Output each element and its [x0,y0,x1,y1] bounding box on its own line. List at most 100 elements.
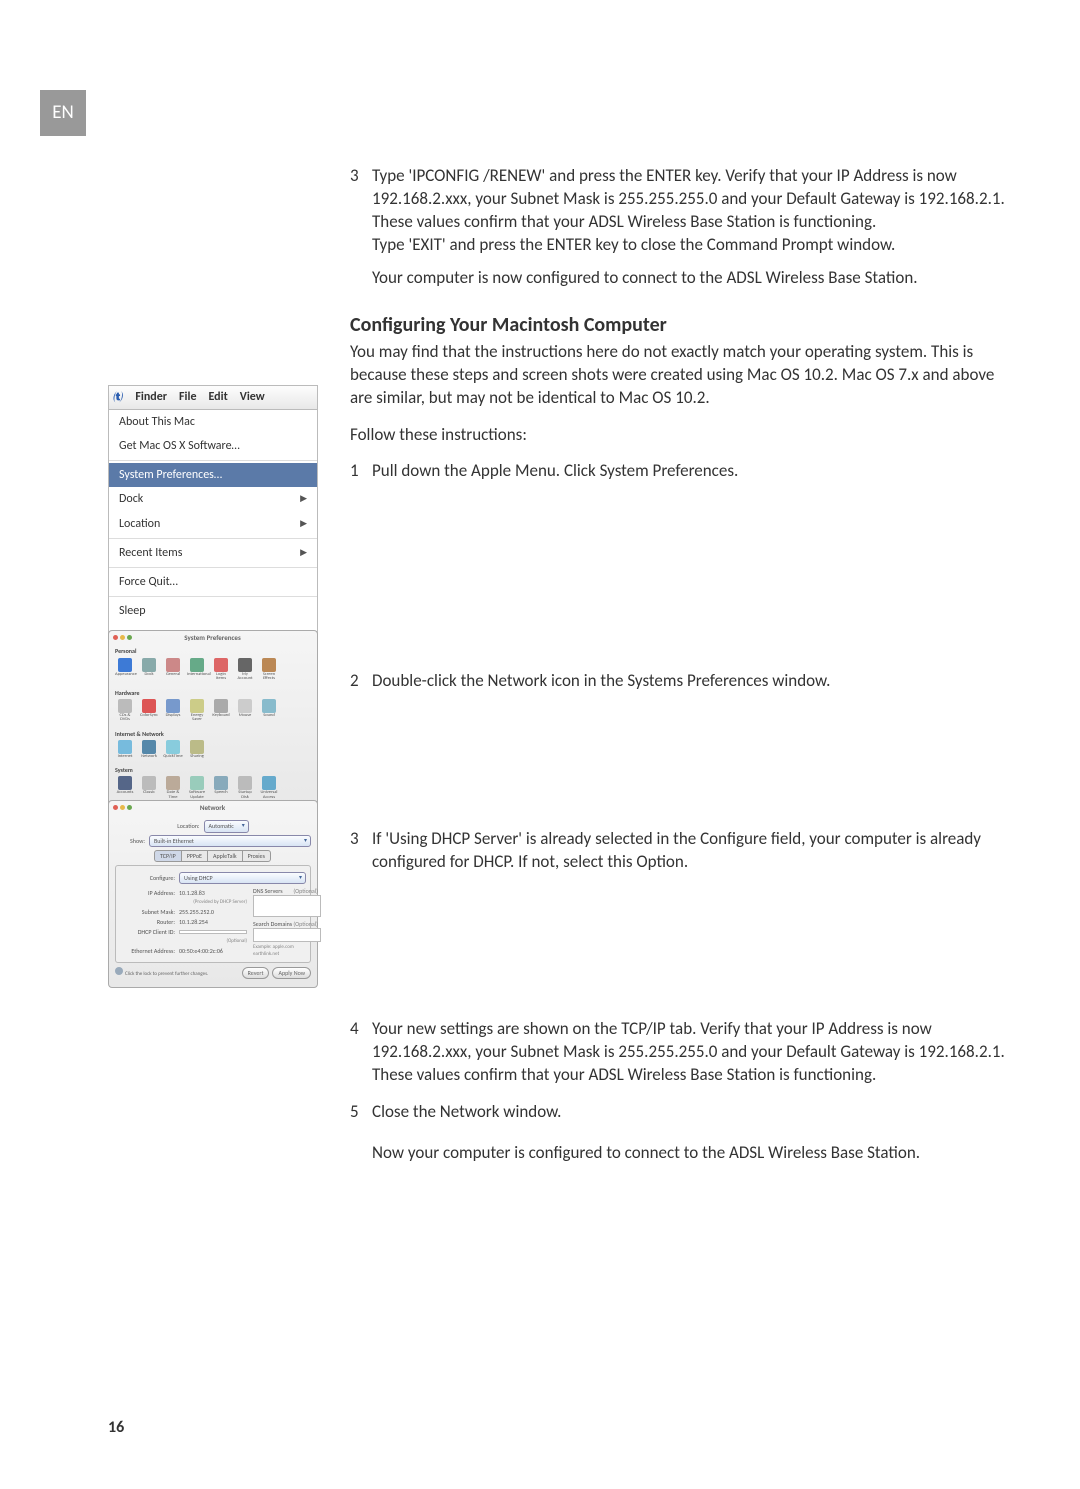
window-title: System Preferences [184,633,241,642]
menu-item-dock[interactable]: Dock▶ [109,487,317,511]
window-title: Network [200,803,225,812]
close-icon[interactable] [113,635,118,640]
pref-icon-accounts[interactable]: Accounts [115,776,135,800]
submenu-arrow-icon: ▶ [300,547,307,559]
mac-step-5: 5 Close the Network window. [350,1101,1020,1124]
show-popup[interactable]: Built-in Ethernet [149,835,311,847]
router-label: Router: [120,918,175,926]
dhcpid-label: DHCP Client ID: [120,928,175,936]
menu-item-system-preferences[interactable]: System Preferences… [109,463,317,487]
example-label: Example: apple.com [253,944,294,950]
pref-icon-startup-disk[interactable]: Startup Disk [235,776,255,800]
section-intro: You may find that the instructions here … [350,341,1020,410]
category-label: Personal [109,644,317,655]
pref-icon-quicktime[interactable]: QuickTime [163,740,183,760]
ip-value: 10.1.28.83 [179,889,205,897]
section-title: Configuring Your Macintosh Computer [350,312,1020,339]
pref-icon-energy-saver[interactable]: Energy Saver [187,699,207,723]
tab-pppoe[interactable]: PPPoE [181,850,208,862]
lock-icon[interactable] [115,967,123,975]
tab-appletalk[interactable]: AppleTalk [207,850,243,862]
step-text: If 'Using DHCP Server' is already select… [372,828,1020,874]
pref-icon-keyboard[interactable]: Keyboard [211,699,231,723]
revert-button[interactable]: Revert [242,967,270,979]
category-label: Internet & Network [109,727,317,738]
pref-icon-screen-effects[interactable]: Screen Effects [259,658,279,682]
pref-icon-colorsync[interactable]: ColorSync [139,699,159,723]
mac-step-2: 2 Double-click the Network icon in the S… [350,670,1020,693]
pref-icon-general[interactable]: General [163,658,183,682]
tabs: TCP/IP PPPoE AppleTalk Proxies [115,850,311,862]
zoom-icon[interactable] [127,635,132,640]
pref-icon-software-update[interactable]: Software Update [187,776,207,800]
pref-icon-network[interactable]: Network [139,740,159,760]
location-popup[interactable]: Automatic [204,820,249,832]
mac-step-3: 3 If 'Using DHCP Server' is already sele… [350,828,1020,874]
step-text: Close the Network window. [372,1101,1020,1124]
menubar-item: File [179,389,196,405]
minimize-icon[interactable] [120,805,125,810]
pref-icon-international[interactable]: International [187,658,207,682]
step-text: Type 'IPCONFIG /RENEW' and press the ENT… [372,165,1020,234]
pref-icon-universal-access[interactable]: Universal Access [259,776,279,800]
menu-item-getsoftware[interactable]: Get Mac OS X Software… [109,434,317,458]
configure-popup[interactable]: Using DHCP [179,872,306,884]
menubar-item: View [240,389,265,405]
menu-item-recent[interactable]: Recent Items▶ [109,541,317,565]
minimize-icon[interactable] [120,635,125,640]
tab-tcpip[interactable]: TCP/IP [154,850,182,862]
mac-step-1: 1 Pull down the Apple Menu. Click System… [350,460,1020,483]
step-text: Pull down the Apple Menu. Click System P… [372,460,1020,483]
language-badge: EN [40,90,86,136]
menubar-item: Finder [135,389,167,405]
ethernet-label: Ethernet Address: [120,947,175,955]
menu-item-forcequit[interactable]: Force Quit… [109,570,317,594]
menu-item-sleep[interactable]: Sleep [109,599,317,623]
step-number: 4 [350,1018,372,1087]
close-icon[interactable] [113,805,118,810]
step-number: 1 [350,460,372,483]
pref-icon-date-time[interactable]: Date & Time [163,776,183,800]
dns-input[interactable] [253,895,321,917]
zoom-icon[interactable] [127,805,132,810]
pref-icon-internet[interactable]: Internet [115,740,135,760]
dns-label: DNS Servers [253,887,283,895]
prior-step-3: 3 Type 'IPCONFIG /RENEW' and press the E… [350,165,1020,257]
show-label: Show: [115,837,145,845]
pref-icon-sharing[interactable]: Sharing [187,740,207,760]
apply-button[interactable]: Apply Now [272,967,311,979]
pref-icon-sound[interactable]: Sound [259,699,279,723]
menubar-item: Edit [209,389,228,405]
location-label: Location: [177,822,199,830]
pref-icon-mouse[interactable]: Mouse [235,699,255,723]
pref-icon-speech[interactable]: Speech [211,776,231,800]
pref-icon-my-account[interactable]: My Account [235,658,255,682]
search-optional: (Optional) [293,920,318,928]
configured-note: Your computer is now configured to conne… [372,267,1020,290]
pref-icon-dock[interactable]: Dock [139,658,159,682]
menubar:  Finder File Edit View [108,385,318,410]
follow-instructions: Follow these instructions: [350,424,1020,447]
closing-note: Now your computer is configured to conne… [372,1142,1020,1165]
ethernet-value: 00:50:e4:00:2c:06 [179,947,223,955]
pref-icon-displays[interactable]: Displays [163,699,183,723]
example-value: earthlink.net [253,951,279,957]
subnet-value: 255.255.252.0 [179,908,214,916]
pref-icon-classic[interactable]: Classic [139,776,159,800]
category-label: Hardware [109,686,317,697]
dhcpid-input[interactable] [179,930,247,934]
figure-system-preferences: System Preferences Personal AppearanceDoc… [108,630,318,809]
pref-icon-cds-dvds[interactable]: CDs & DVDs [115,699,135,723]
menu-item-about[interactable]: About This Mac [109,410,317,434]
step-text: Your new settings are shown on the TCP/I… [372,1018,1020,1087]
pref-icon-login-items[interactable]: Login Items [211,658,231,682]
search-input[interactable] [253,928,321,942]
pref-icon-appearance[interactable]: Appearance [115,658,135,682]
tab-proxies[interactable]: Proxies [242,850,271,862]
page-number: 16 [108,1417,124,1439]
step-number: 3 [350,165,372,257]
step-number: 3 [350,828,372,874]
submenu-arrow-icon: ▶ [300,518,307,530]
menu-item-location[interactable]: Location▶ [109,512,317,536]
ip-label: IP Address: [120,889,175,897]
